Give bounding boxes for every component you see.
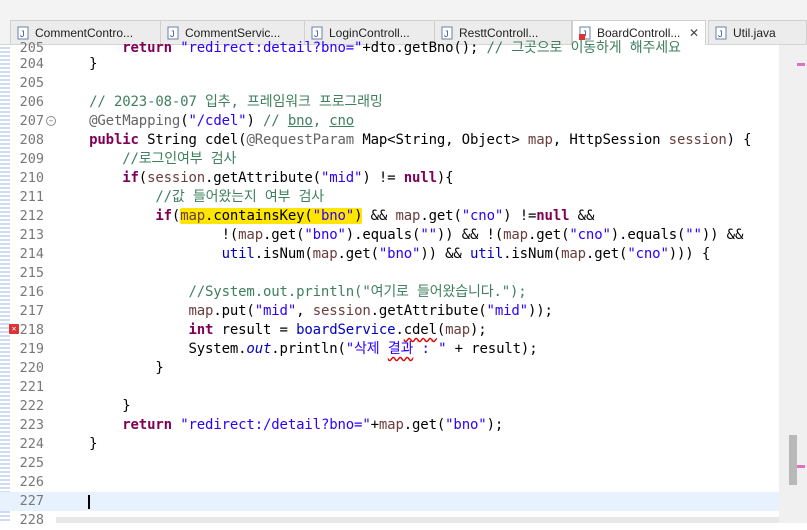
line-text: //값 들어왔는지 여부 검사 bbox=[56, 189, 325, 205]
line-text: @GetMapping("/cdel") // bno, cno bbox=[89, 113, 355, 129]
java-file-icon: J bbox=[17, 26, 29, 40]
code-line[interactable]: 221 bbox=[0, 378, 779, 397]
line-number: 214 bbox=[19, 246, 44, 262]
code-line[interactable]: 211 //값 들어왔는지 여부 검사 bbox=[0, 188, 779, 207]
line-number: 210 bbox=[19, 170, 44, 186]
code-editor[interactable]: 205 return "redirect:detail?bno="+dto.ge… bbox=[0, 40, 807, 528]
code-line[interactable]: ✕ 218 int result = boardService.cdel(map… bbox=[0, 321, 779, 340]
line-number: 223 bbox=[19, 417, 44, 433]
java-file-icon: J bbox=[311, 26, 323, 40]
line-number: 209 bbox=[19, 151, 44, 167]
line-number: 220 bbox=[19, 360, 44, 376]
code-line[interactable]: 219 System.out.println("삭제 결과 : " + resu… bbox=[0, 340, 779, 359]
java-file-icon: J bbox=[441, 26, 453, 40]
tab-label: ResttControll... bbox=[459, 25, 539, 40]
code-line[interactable]: 208 public String cdel(@RequestParam Map… bbox=[0, 131, 779, 150]
line-number: 217 bbox=[19, 303, 44, 319]
overview-annotation-marker[interactable] bbox=[797, 63, 805, 66]
code-line[interactable]: 226 bbox=[0, 473, 779, 492]
fold-toggle-icon[interactable]: − bbox=[46, 116, 56, 126]
code-line[interactable]: 224 } bbox=[0, 435, 779, 454]
current-code-line[interactable]: 227 bbox=[0, 492, 779, 511]
horizontal-scrollbar[interactable] bbox=[56, 517, 779, 523]
code-line[interactable]: 207 − @GetMapping("/cdel") // bno, cno bbox=[0, 112, 779, 131]
svg-text:J: J bbox=[314, 29, 319, 39]
code-line[interactable]: 214 util.isNum(map.get("bno")) && util.i… bbox=[0, 245, 779, 264]
line-number: 221 bbox=[19, 379, 44, 395]
line-text: //로그인여부 검사 bbox=[56, 151, 237, 167]
tab-label: CommentServic... bbox=[185, 25, 281, 40]
line-number: 207 bbox=[19, 113, 44, 129]
line-number: 225 bbox=[19, 455, 44, 471]
highlighted-selection: map.containsKey("bno") bbox=[180, 208, 363, 224]
vertical-scrollbar[interactable] bbox=[779, 45, 807, 523]
close-icon[interactable]: ✕ bbox=[689, 26, 699, 40]
code-line[interactable]: 204 } bbox=[0, 55, 779, 74]
line-number: 218 bbox=[19, 322, 44, 338]
line-text: } bbox=[56, 360, 164, 376]
line-number: 205 bbox=[19, 75, 44, 91]
svg-text:J: J bbox=[20, 29, 25, 39]
line-number: 212 bbox=[19, 208, 44, 224]
java-file-icon: J bbox=[167, 26, 179, 40]
code-line[interactable]: 209 //로그인여부 검사 bbox=[0, 150, 779, 169]
line-text: int result = boardService.cdel(map); bbox=[188, 322, 487, 338]
code-line[interactable]: 213 !(map.get("bno").equals("")) && !(ma… bbox=[0, 226, 779, 245]
code-line[interactable]: 205 bbox=[0, 74, 779, 93]
line-number: 211 bbox=[19, 189, 44, 205]
line-text: if(map.containsKey("bno") && map.get("cn… bbox=[155, 208, 595, 224]
line-text: if(session.getAttribute("mid") != null){ bbox=[122, 170, 454, 186]
line-text: util.isNum(map.get("bno")) && util.isNum… bbox=[221, 246, 711, 262]
line-text: System.out.println("삭제 결과 : " + result); bbox=[56, 341, 538, 357]
line-number: 228 bbox=[19, 512, 44, 528]
code-line[interactable]: 220 } bbox=[0, 359, 779, 378]
line-number: 215 bbox=[19, 265, 44, 281]
line-number: 208 bbox=[19, 132, 44, 148]
tab-label: LoginControll... bbox=[329, 25, 410, 40]
line-number: 226 bbox=[19, 474, 44, 490]
line-number: 216 bbox=[19, 284, 44, 300]
line-text: !(map.get("bno").equals("")) && !(map.ge… bbox=[56, 227, 744, 243]
scrollbar-thumb[interactable] bbox=[789, 435, 797, 485]
code-line[interactable]: 210 if(session.getAttribute("mid") != nu… bbox=[0, 169, 779, 188]
line-text: } bbox=[56, 56, 98, 72]
line-text: return "redirect:/detail?bno="+map.get("… bbox=[122, 417, 504, 433]
code-line[interactable]: 206 // 2023-08-07 입추, 프레임워크 프로그래밍 bbox=[0, 93, 779, 112]
code-line[interactable]: 217 map.put("mid", session.getAttribute(… bbox=[0, 302, 779, 321]
code-line[interactable]: 212 if(map.containsKey("bno") && map.get… bbox=[0, 207, 779, 226]
line-number: 213 bbox=[19, 227, 44, 243]
line-text: public String cdel(@RequestParam Map<Str… bbox=[89, 132, 752, 148]
code-line[interactable]: 215 bbox=[0, 264, 779, 283]
svg-text:J: J bbox=[444, 29, 449, 39]
line-number: 224 bbox=[19, 436, 44, 452]
line-number: 204 bbox=[19, 56, 44, 72]
overview-annotation-marker[interactable] bbox=[797, 465, 805, 468]
tab-label: Util.java bbox=[733, 25, 776, 40]
line-text: //System.out.println("여기로 들어왔습니다."); bbox=[56, 284, 527, 300]
svg-text:J: J bbox=[170, 29, 175, 39]
line-text: map.put("mid", session.getAttribute("mid… bbox=[188, 303, 553, 319]
line-text: // 2023-08-07 입추, 프레임워크 프로그래밍 bbox=[56, 94, 383, 110]
tab-label: BoardControll... bbox=[597, 26, 681, 40]
line-number: 222 bbox=[19, 398, 44, 414]
code-line[interactable]: 225 bbox=[0, 454, 779, 473]
line-text: } bbox=[56, 398, 131, 414]
java-file-icon: J bbox=[715, 26, 727, 40]
code-line[interactable]: 223 return "redirect:/detail?bno="+map.g… bbox=[0, 416, 779, 435]
code-line[interactable]: 222 } bbox=[0, 397, 779, 416]
line-number: 206 bbox=[19, 94, 44, 110]
tab-label: CommentContro... bbox=[35, 25, 134, 40]
text-caret bbox=[88, 495, 90, 509]
svg-text:J: J bbox=[718, 29, 723, 39]
java-file-error-icon: J bbox=[579, 26, 591, 40]
line-text: } bbox=[56, 436, 98, 452]
code-line[interactable]: 216 //System.out.println("여기로 들어왔습니다."); bbox=[0, 283, 779, 302]
line-number: 227 bbox=[19, 493, 44, 509]
line-number: 219 bbox=[19, 341, 44, 357]
